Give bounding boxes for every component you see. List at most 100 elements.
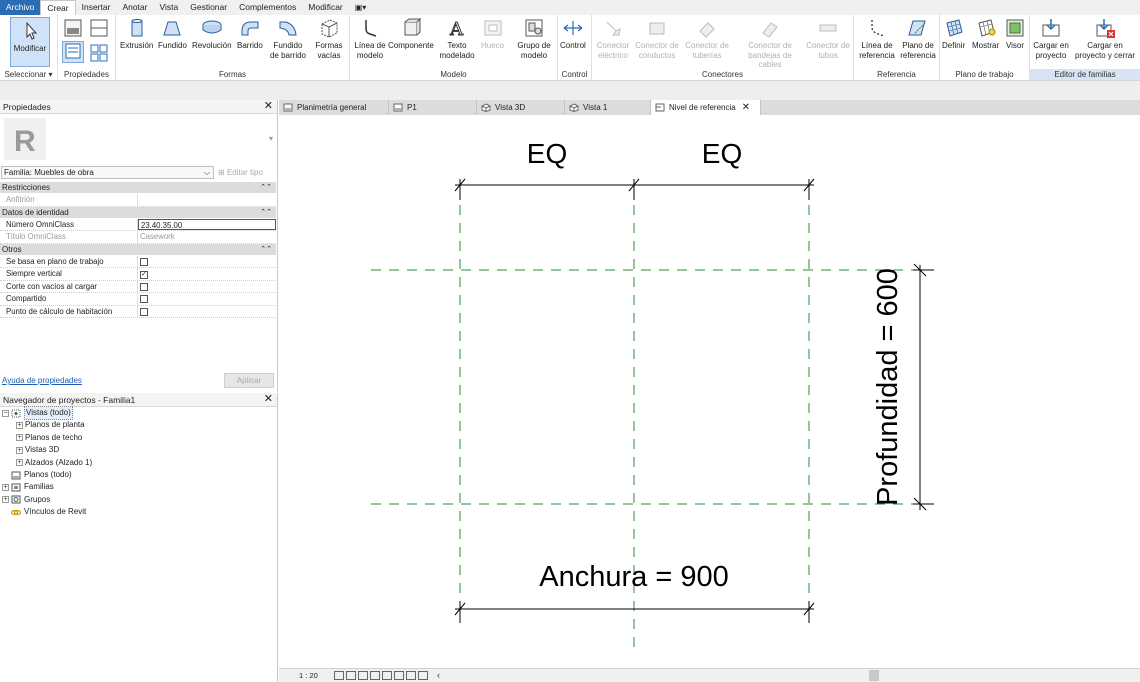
- family-types-button[interactable]: [88, 17, 110, 39]
- category-identidad[interactable]: Datos de identidad ⌃⌃: [0, 206, 276, 219]
- horizontal-scrollbar-thumb[interactable]: [869, 670, 879, 681]
- control-button[interactable]: Control: [560, 17, 586, 51]
- edit-type-button[interactable]: ⊞ Editar tipo: [218, 166, 263, 179]
- crop-view-icon[interactable]: [382, 671, 392, 680]
- menu-anotar[interactable]: Anotar: [116, 0, 153, 15]
- conectores-group-label: Conectores: [702, 70, 743, 79]
- mostrar-button[interactable]: Mostrar: [972, 17, 999, 51]
- tree-node-vinculos[interactable]: Vínculos de Revit: [2, 506, 92, 518]
- hueco-button[interactable]: Hueco: [481, 17, 504, 51]
- category-restricciones[interactable]: Restricciones ⌃⌃: [0, 182, 276, 194]
- extrusion-button[interactable]: Extrusión: [120, 17, 153, 51]
- family-category-button[interactable]: [88, 41, 110, 63]
- always-vertical-checkbox[interactable]: ✓: [140, 271, 148, 279]
- visor-button[interactable]: Visor: [1004, 17, 1026, 51]
- show-crop-icon[interactable]: [394, 671, 404, 680]
- detail-level-icon[interactable]: [334, 671, 344, 680]
- expand-icon[interactable]: +: [16, 434, 23, 442]
- linea-referencia-button[interactable]: Línea de referencia: [857, 17, 897, 60]
- workplane-checkbox[interactable]: [140, 257, 148, 266]
- conector-electrico-button[interactable]: Conector eléctrico: [595, 17, 631, 60]
- shared-checkbox[interactable]: [140, 295, 148, 303]
- texto-modelado-button[interactable]: A Texto modelado: [439, 17, 474, 60]
- conector-conductos-button[interactable]: Conector de conductos: [634, 17, 680, 60]
- expand-icon[interactable]: +: [16, 446, 23, 454]
- tree-node-planos[interactable]: Planos (todo): [2, 469, 92, 481]
- model-line-icon: [365, 20, 377, 37]
- menu-modificar[interactable]: Modificar: [302, 0, 348, 15]
- tree-node-vistas[interactable]: − Vistas (todo): [2, 406, 92, 421]
- fundido-button[interactable]: Fundido: [158, 17, 187, 51]
- collapse-icon[interactable]: −: [2, 409, 9, 417]
- tab-nivel-referencia[interactable]: Nivel de referencia ✕: [651, 100, 761, 115]
- prop-key: Título OmniClass: [0, 231, 138, 243]
- menu-complementos[interactable]: Complementos: [233, 0, 302, 15]
- cargar-cerrar-button[interactable]: Cargar en proyecto y cerrar: [1072, 17, 1138, 60]
- family-filter-select[interactable]: Familia: Muebles de obra ⌵: [1, 166, 214, 179]
- type-properties-button[interactable]: [62, 17, 84, 39]
- tab-p1[interactable]: P1: [389, 100, 477, 115]
- revit-links-icon: [11, 509, 21, 515]
- expand-icon[interactable]: +: [2, 484, 9, 492]
- conector-tubos-button[interactable]: Conector de tubos: [806, 17, 850, 60]
- properties-toggle-button[interactable]: [62, 41, 84, 63]
- visual-style-icon[interactable]: [346, 671, 356, 680]
- close-icon[interactable]: ✕: [742, 100, 750, 115]
- category-otros[interactable]: Otros ⌃⌃: [0, 243, 276, 256]
- definir-button[interactable]: Definir: [942, 17, 965, 51]
- view-scale[interactable]: 1 : 20: [299, 669, 318, 682]
- modificar-button[interactable]: Modificar: [10, 17, 50, 67]
- revolucion-button[interactable]: Revolución: [192, 17, 232, 51]
- room-calc-checkbox[interactable]: [140, 307, 148, 316]
- tree-node-alzados[interactable]: + Alzados (Alzado 1): [2, 457, 92, 469]
- sun-path-icon[interactable]: [358, 671, 368, 680]
- tree-node-grupos[interactable]: + Grupos: [2, 494, 92, 506]
- menu-gestionar[interactable]: Gestionar: [184, 0, 233, 15]
- menu-crear[interactable]: Crear: [40, 0, 76, 15]
- menu-vista[interactable]: Vista: [153, 0, 184, 15]
- fundido-barrido-label: Fundido de barrido: [269, 41, 307, 60]
- width-dimension[interactable]: Anchura = 900: [454, 561, 815, 623]
- menu-archivo[interactable]: Archivo: [0, 0, 41, 15]
- cut-voids-checkbox[interactable]: [140, 282, 148, 291]
- expand-icon[interactable]: +: [16, 422, 23, 430]
- close-icon[interactable]: ✕: [264, 100, 273, 113]
- scroll-left-icon[interactable]: ‹: [437, 669, 440, 682]
- barrido-button[interactable]: Barrido: [237, 17, 263, 51]
- tree-node-familias[interactable]: + Familias: [2, 481, 92, 493]
- reveal-hidden-icon[interactable]: [418, 671, 428, 680]
- temporary-hide-icon[interactable]: [406, 671, 416, 680]
- conector-tuberias-button[interactable]: Conector de tuberías: [684, 17, 730, 60]
- tree-node-vistas-3d[interactable]: + Vistas 3D: [2, 444, 92, 456]
- eq-dimension[interactable]: EQ EQ: [454, 138, 815, 200]
- shadows-icon[interactable]: [370, 671, 380, 680]
- tab-vista-3d[interactable]: Vista 3D: [477, 100, 565, 115]
- expand-icon[interactable]: +: [2, 496, 9, 504]
- grupo-modelo-button[interactable]: Grupo de modelo: [514, 17, 554, 60]
- tree-node-planos-planta[interactable]: + Planos de planta: [2, 419, 92, 431]
- revit-logo-icon: R: [4, 118, 46, 160]
- componente-button[interactable]: Componente: [388, 17, 434, 51]
- formas-vacias-button[interactable]: Formas vacías: [312, 17, 346, 60]
- linea-modelo-button[interactable]: Línea de modelo: [353, 17, 387, 60]
- omniclass-number-field[interactable]: 23.40.35.00: [138, 218, 276, 230]
- conector-tubos-label: Conector de tubos: [806, 41, 850, 60]
- type-selector-dropdown[interactable]: ▾: [269, 134, 273, 143]
- group-editor-familias: Cargar en proyecto Cargar en proyecto y …: [1030, 15, 1140, 81]
- seleccionar-dropdown[interactable]: Seleccionar ▾: [0, 69, 57, 80]
- fundido-barrido-button[interactable]: Fundido de barrido: [269, 17, 307, 60]
- apply-button[interactable]: Aplicar: [224, 373, 274, 388]
- plano-referencia-button[interactable]: Plano de referencia: [898, 17, 938, 60]
- expand-icon[interactable]: +: [16, 459, 23, 467]
- drawing-canvas[interactable]: EQ EQ Anchura = 900 Profundidad = 600: [279, 115, 1140, 668]
- conector-bandejas-button[interactable]: Conector de bandejas de cables: [736, 17, 804, 70]
- cargar-proyecto-button[interactable]: Cargar en proyecto: [1032, 17, 1070, 60]
- tab-vista-1[interactable]: Vista 1: [565, 100, 651, 115]
- close-icon[interactable]: ✕: [264, 393, 273, 406]
- tree-node-planos-techo[interactable]: + Planos de techo: [2, 432, 92, 444]
- menu-insertar[interactable]: Insertar: [76, 0, 117, 15]
- depth-dimension[interactable]: Profundidad = 600: [872, 263, 934, 511]
- properties-help-link[interactable]: Ayuda de propiedades: [2, 376, 82, 385]
- tab-planimetria[interactable]: Planimetría general: [279, 100, 389, 115]
- menu-view-switcher[interactable]: ▣▾: [349, 0, 373, 15]
